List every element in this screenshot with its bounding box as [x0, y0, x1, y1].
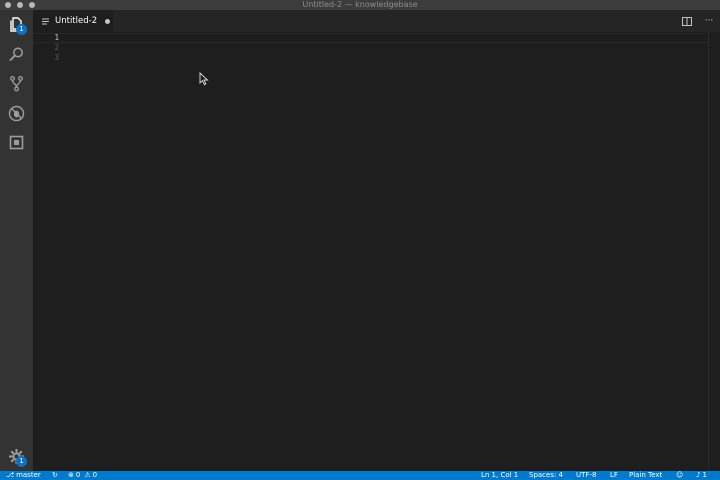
bell-icon: ♪: [696, 471, 701, 479]
extensions-icon: [9, 135, 24, 150]
split-editor-icon: [682, 16, 692, 26]
window-title: Untitled-2 — knowledgebase: [302, 0, 418, 9]
source-control-icon: [10, 76, 23, 92]
status-indentation[interactable]: Spaces: 4: [529, 471, 563, 480]
warning-count: 0: [92, 471, 98, 479]
smiley-icon: ☺: [676, 471, 684, 479]
title-bar: Untitled-2 — knowledgebase: [0, 0, 720, 10]
split-editor-button[interactable]: [676, 10, 698, 32]
eol-label: LF: [610, 471, 618, 479]
close-window-button[interactable]: [5, 2, 11, 8]
git-branch-icon: ⎇: [6, 471, 15, 479]
editor-scrollbar[interactable]: [708, 32, 720, 471]
status-eol[interactable]: LF: [610, 471, 618, 480]
maximize-window-button[interactable]: [29, 2, 35, 8]
editor-actions: ···: [676, 10, 720, 32]
tab-untitled-2[interactable]: Untitled-2: [33, 10, 113, 32]
minimize-window-button[interactable]: [17, 2, 23, 8]
status-sync[interactable]: ↻: [52, 471, 58, 480]
unsaved-dot-icon[interactable]: [105, 18, 111, 24]
current-line-highlight: [33, 33, 708, 43]
activity-source-control[interactable]: [4, 71, 29, 96]
more-actions-button[interactable]: ···: [698, 10, 720, 32]
cursor-position-label: Ln 1, Col 1: [481, 471, 519, 479]
status-language[interactable]: Plain Text: [629, 471, 662, 480]
notification-count: 1: [702, 471, 707, 479]
line-number: 2: [54, 43, 59, 52]
status-cursor-position[interactable]: Ln 1, Col 1: [481, 471, 518, 480]
status-feedback[interactable]: ☺: [676, 471, 683, 480]
tab-bar: Untitled-2 ···: [33, 10, 720, 32]
activity-manage[interactable]: 1: [4, 444, 29, 469]
plain-text-file-icon: [42, 18, 49, 24]
activity-bar: 1 1: [0, 10, 33, 471]
line-number-gutter: 1 2 3: [33, 32, 61, 471]
debug-icon: [8, 105, 25, 122]
vscode-window: Untitled-2 — knowledgebase 1 1 Untitled-…: [0, 0, 720, 480]
search-icon: [9, 47, 23, 61]
status-notifications[interactable]: ♪ 1: [696, 471, 707, 480]
sync-icon: ↻: [52, 471, 58, 479]
branch-name: master: [16, 471, 41, 479]
warning-icon: ⚠: [84, 471, 91, 479]
explorer-badge: 1: [16, 24, 27, 35]
mouse-pointer-icon: [199, 72, 209, 86]
status-branch[interactable]: ⎇ master: [6, 471, 41, 480]
error-icon: ⊗: [68, 471, 74, 479]
activity-extensions[interactable]: [4, 130, 29, 155]
encoding-label: UTF-8: [576, 471, 597, 479]
indentation-label: Spaces: 4: [529, 471, 564, 479]
activity-explorer[interactable]: 1: [4, 12, 29, 37]
more-actions-icon: ···: [704, 16, 714, 26]
activity-debug[interactable]: [4, 101, 29, 126]
status-encoding[interactable]: UTF-8: [576, 471, 596, 480]
status-problems[interactable]: ⊗ 0 ⚠ 0: [68, 471, 97, 480]
error-count: 0: [75, 471, 81, 479]
editor-group: Untitled-2 ··· 1 2 3: [33, 10, 720, 471]
activity-search[interactable]: [4, 42, 29, 67]
language-label: Plain Text: [629, 471, 663, 479]
text-editor[interactable]: 1 2 3: [33, 32, 720, 471]
manage-badge: 1: [16, 456, 27, 467]
line-number: 1: [54, 33, 59, 42]
tab-label: Untitled-2: [55, 16, 98, 26]
status-bar: ⎇ master ↻ ⊗ 0 ⚠ 0 Ln 1, Col 1 Spaces: 4…: [0, 471, 720, 480]
line-number: 3: [54, 53, 59, 62]
